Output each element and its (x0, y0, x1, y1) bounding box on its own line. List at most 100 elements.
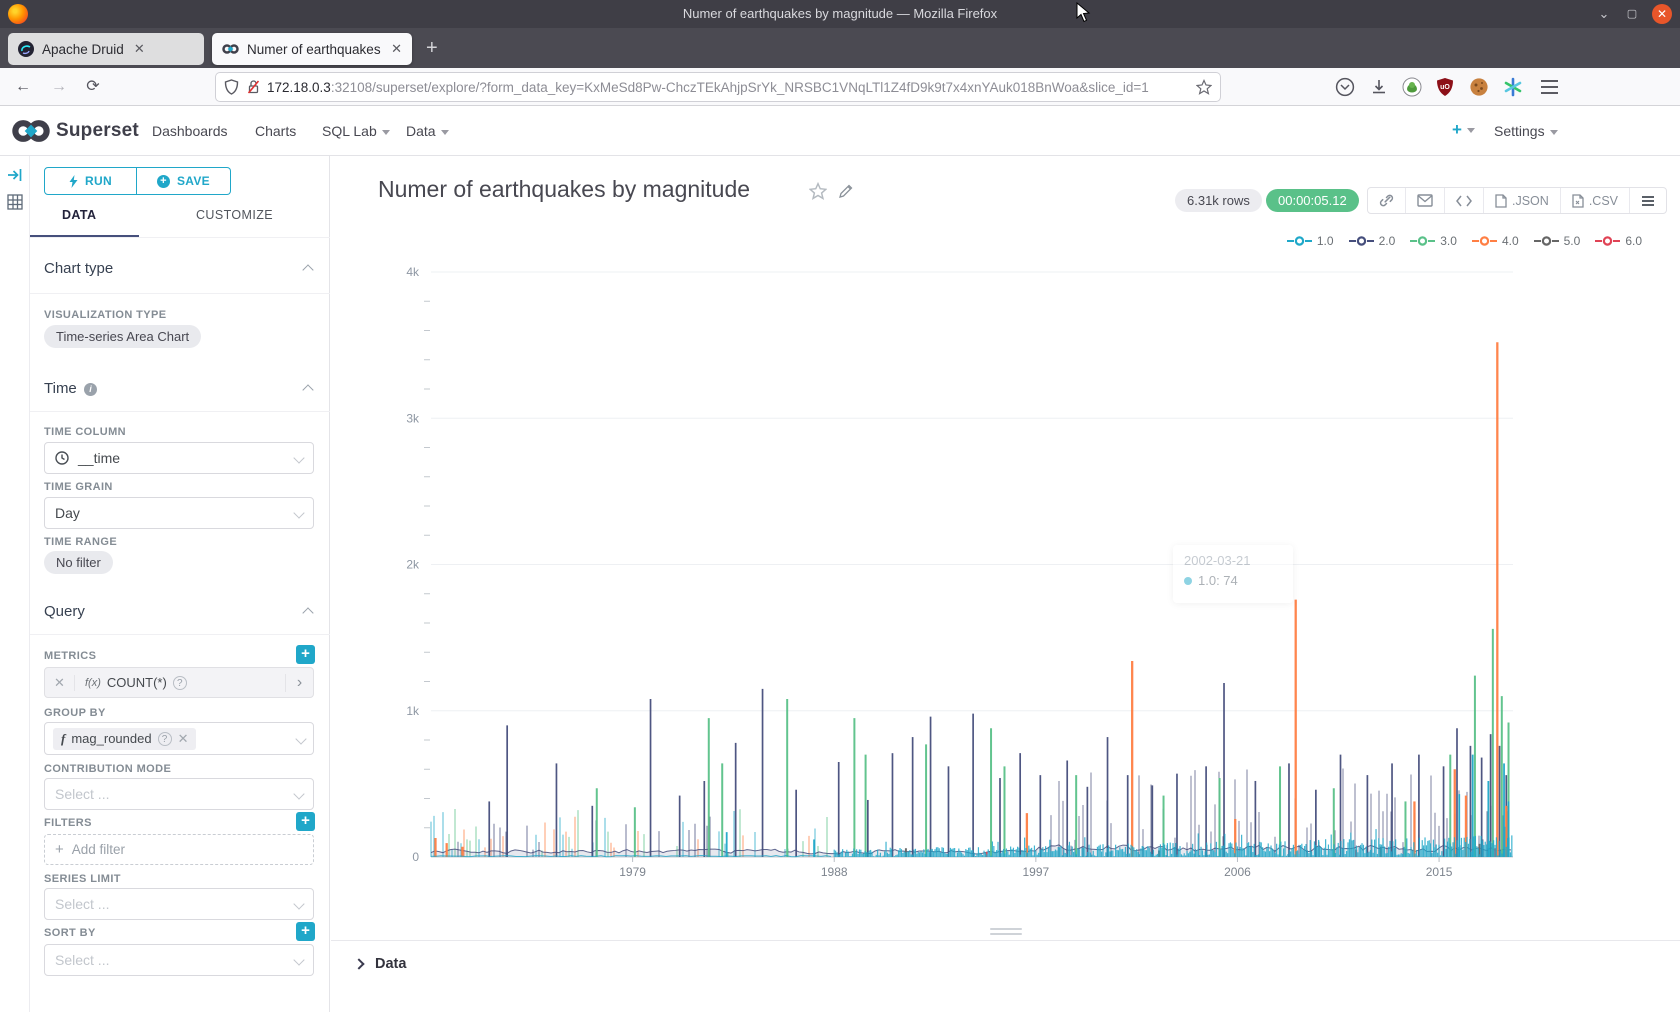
pocket-icon[interactable] (1335, 77, 1355, 97)
control-panel: RUN + SAVE DATA CUSTOMIZE Chart type VIS… (30, 156, 330, 1012)
svg-text:4k: 4k (406, 265, 420, 279)
envelope-icon (1417, 194, 1433, 207)
time-grain-select[interactable]: Day (44, 497, 314, 529)
settings-menu[interactable]: Settings (1494, 123, 1558, 139)
expand-metric-icon[interactable]: › (285, 674, 313, 692)
legend-item[interactable]: 4.0 (1472, 234, 1519, 248)
tab-close-icon[interactable]: ✕ (391, 41, 402, 57)
section-query[interactable]: Query (44, 603, 85, 620)
nav-item-charts[interactable]: Charts (255, 123, 296, 139)
run-button[interactable]: RUN (44, 167, 137, 195)
tab-apache-druid[interactable]: Apache Druid ✕ (8, 33, 204, 65)
chevron-down-icon (441, 130, 449, 135)
nav-item-data[interactable]: Data (406, 123, 449, 139)
export-json-button[interactable]: .JSON (1484, 188, 1561, 213)
hamburger-icon (1641, 195, 1655, 207)
maximize-button[interactable]: ▢ (1622, 4, 1642, 24)
window-titlebar: Numer of earthquakes by magnitude — Mozi… (0, 0, 1680, 28)
legend-item[interactable]: 6.0 (1595, 234, 1642, 248)
legend-label: 5.0 (1564, 234, 1581, 248)
group-by-chip[interactable]: f mag_rounded ? ✕ (53, 728, 196, 750)
remove-metric-icon[interactable]: ✕ (45, 675, 75, 691)
tab-data[interactable]: DATA (62, 208, 96, 222)
copy-link-button[interactable] (1368, 188, 1406, 213)
collapse-icon[interactable] (302, 607, 313, 618)
back-button[interactable]: ← (12, 76, 34, 98)
chart-canvas[interactable]: 01k2k3k4k19791988199720062015 (331, 255, 1680, 880)
time-range-value[interactable]: No filter (44, 551, 113, 574)
time-column-select[interactable]: __time (44, 442, 314, 474)
section-time[interactable]: Time (44, 380, 77, 397)
metrics-label: METRICS (44, 650, 96, 662)
download-icon[interactable] (1369, 77, 1389, 97)
greasemonkey-icon[interactable] (1402, 77, 1422, 97)
legend-label: 4.0 (1502, 234, 1519, 248)
plus-icon: + (55, 841, 64, 858)
legend-item[interactable]: 2.0 (1349, 234, 1396, 248)
series-limit-select[interactable]: Select ... (44, 888, 314, 920)
metric-control[interactable]: ✕ f(x) COUNT(*) ? › (44, 667, 314, 698)
save-button[interactable]: + SAVE (137, 167, 231, 195)
chart-title: Numer of earthquakes by magnitude (378, 176, 750, 203)
extension-asterisk-icon[interactable] (1503, 77, 1523, 97)
add-filter-button[interactable]: + Add filter (44, 834, 314, 865)
legend-label: 1.0 (1317, 234, 1334, 248)
panel-drag-handle[interactable] (990, 928, 1022, 938)
forward-button[interactable]: → (48, 76, 70, 98)
add-new-button[interactable]: + (1452, 120, 1475, 140)
dataset-grid-icon[interactable] (7, 194, 23, 210)
add-filter-plus-button[interactable]: + (296, 812, 315, 831)
sort-by-select[interactable]: Select ... (44, 944, 314, 976)
legend-label: 2.0 (1379, 234, 1396, 248)
legend-marker-icon (1410, 236, 1435, 246)
add-metric-button[interactable]: + (296, 645, 315, 664)
url-bar[interactable]: 172.18.0.3:32108/superset/explore/?form_… (216, 73, 1220, 101)
series-limit-label: SERIES LIMIT (44, 873, 121, 885)
reload-button[interactable]: ⟳ (82, 76, 104, 98)
insecure-lock-icon[interactable] (246, 79, 261, 95)
export-csv-button[interactable]: .CSV (1561, 188, 1630, 213)
nav-item-sql-lab[interactable]: SQL Lab (322, 123, 390, 139)
data-panel-header[interactable]: Data (355, 956, 406, 972)
legend-item[interactable]: 1.0 (1287, 234, 1334, 248)
tab-customize[interactable]: CUSTOMIZE (196, 208, 273, 222)
minimize-button[interactable]: ⌄ (1594, 4, 1614, 24)
legend-marker-icon (1595, 236, 1620, 246)
lightning-icon (69, 175, 78, 188)
tab-superset-chart[interactable]: Numer of earthquakes by ✕ (212, 33, 412, 65)
superset-logo-icon[interactable] (12, 119, 50, 143)
viz-type-value[interactable]: Time-series Area Chart (44, 325, 201, 348)
close-button[interactable]: ✕ (1652, 4, 1672, 24)
firefox-menu-icon[interactable] (1540, 78, 1559, 96)
collapse-icon[interactable] (302, 384, 313, 395)
embed-code-button[interactable] (1445, 188, 1484, 213)
favorite-star-icon[interactable] (809, 182, 827, 200)
bookmark-star-icon[interactable] (1196, 79, 1212, 95)
tab-close-icon[interactable]: ✕ (134, 41, 145, 57)
add-sort-by-button[interactable]: + (296, 922, 315, 941)
legend-item[interactable]: 3.0 (1410, 234, 1457, 248)
new-tab-button[interactable]: + (426, 38, 438, 58)
legend-item[interactable]: 5.0 (1534, 234, 1581, 248)
remove-chip-icon[interactable]: ✕ (178, 731, 189, 747)
data-panel-label: Data (375, 956, 406, 972)
expand-panel-icon[interactable] (7, 168, 23, 182)
svg-text:uO: uO (1440, 84, 1450, 91)
filters-label: FILTERS (44, 817, 92, 829)
chart-menu-button[interactable] (1630, 188, 1666, 213)
shield-icon[interactable] (224, 79, 239, 95)
brand-name[interactable]: Superset (56, 120, 139, 142)
edit-pencil-icon[interactable] (838, 183, 854, 199)
contribution-mode-select[interactable]: Select ... (44, 778, 314, 810)
chevron-down-icon (1550, 130, 1558, 135)
cookie-icon[interactable] (1469, 77, 1489, 97)
nav-item-dashboards[interactable]: Dashboards (152, 123, 228, 139)
chart-legend: 1.0 2.0 3.0 4.0 5.0 6.0 (1287, 234, 1642, 248)
section-chart-type[interactable]: Chart type (44, 260, 113, 277)
email-button[interactable] (1406, 188, 1445, 213)
ublock-icon[interactable]: uO (1435, 77, 1455, 97)
group-by-select[interactable]: f mag_rounded ? ✕ (44, 722, 314, 755)
collapse-icon[interactable] (302, 264, 313, 275)
file-icon (1495, 194, 1507, 208)
help-icon: ? (158, 732, 172, 746)
